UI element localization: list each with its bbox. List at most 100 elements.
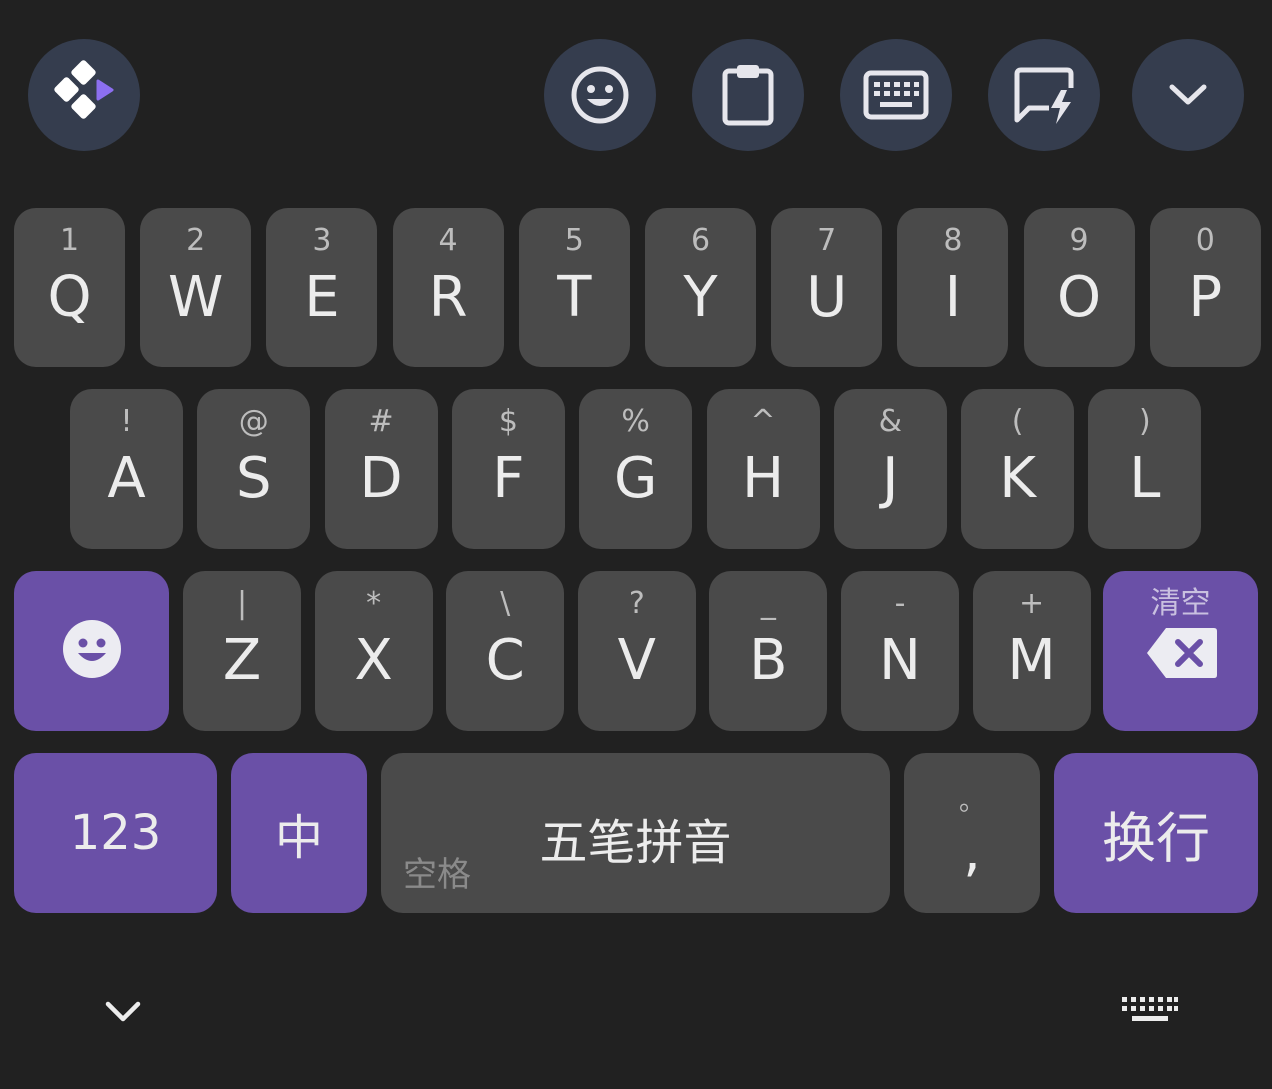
key-hint: 5 — [564, 223, 584, 258]
key-label: B — [749, 628, 788, 693]
backspace-key[interactable]: 清空 — [1103, 571, 1258, 731]
key-e[interactable]: 3E — [266, 208, 378, 367]
key-k[interactable]: (K — [961, 389, 1075, 549]
key-label: K — [999, 446, 1036, 511]
key-label: Z — [222, 628, 262, 693]
key-c[interactable]: \ C — [446, 571, 565, 731]
language-key-label: 中 — [274, 810, 323, 866]
backspace-icon — [1146, 626, 1218, 684]
key-w[interactable]: 2W — [140, 208, 252, 367]
key-hint: ! — [120, 404, 133, 439]
keyboard-icon — [863, 70, 929, 120]
key-hint: | — [236, 586, 248, 621]
key-label: M — [1007, 628, 1056, 693]
key-label: V — [617, 628, 656, 693]
key-hint: 2 — [186, 223, 206, 258]
quick-phrase-button[interactable] — [988, 39, 1100, 151]
numbers-key-label: 123 — [69, 805, 162, 861]
key-label: G — [613, 446, 658, 511]
key-hint: 8 — [943, 223, 963, 258]
smiley-icon — [570, 65, 630, 125]
key-label: L — [1129, 446, 1161, 511]
key-t[interactable]: 5T — [518, 208, 630, 367]
key-g[interactable]: % G — [579, 389, 693, 549]
key-f[interactable]: $ F — [451, 389, 565, 549]
clipboard-icon — [718, 62, 778, 128]
enter-key-label: 换行 — [1102, 806, 1210, 870]
app-logo-icon — [49, 60, 119, 130]
key-hint: * — [366, 586, 382, 621]
key-hint: 1 — [59, 223, 80, 258]
key-o[interactable]: 9O — [1023, 208, 1135, 367]
key-label: F — [492, 446, 525, 511]
key-h[interactable]: ^ H — [706, 389, 820, 549]
key-label: T — [557, 265, 592, 330]
key-hint: ^ — [750, 404, 776, 439]
emoji-key[interactable] — [14, 571, 169, 731]
app-menu-button[interactable] — [28, 39, 140, 151]
key-q[interactable]: 1Q — [14, 208, 125, 367]
key-label: R — [428, 265, 468, 330]
space-key[interactable]: 五笔拼音 空格 — [381, 753, 890, 913]
emoji-button[interactable] — [544, 39, 656, 151]
space-label: 空格 — [403, 855, 471, 895]
quick-phrase-icon — [1011, 62, 1077, 128]
key-hint: 7 — [817, 223, 837, 258]
key-hint: - — [894, 586, 906, 621]
key-label: A — [107, 446, 146, 511]
comma-key[interactable]: 。 , — [904, 753, 1040, 913]
key-a[interactable]: ! A — [70, 389, 183, 549]
key-hint: ? — [628, 586, 645, 621]
key-d[interactable]: # D — [324, 389, 438, 549]
chevron-down-icon — [1168, 82, 1208, 108]
key-hint: 4 — [438, 223, 458, 258]
key-hint: 0 — [1195, 223, 1215, 258]
key-u[interactable]: 7U — [771, 208, 883, 367]
key-label: Q — [47, 265, 92, 330]
key-label: U — [806, 265, 848, 330]
key-hint: 3 — [312, 223, 332, 258]
key-label: I — [944, 265, 962, 330]
key-r[interactable]: 4R — [392, 208, 504, 367]
key-x[interactable]: * X — [314, 571, 433, 731]
key-label: H — [741, 446, 785, 511]
hide-keyboard-icon[interactable] — [104, 998, 142, 1030]
key-label: C — [485, 628, 525, 693]
key-label: N — [879, 628, 921, 693]
key-b[interactable]: _ B — [709, 571, 828, 731]
key-l[interactable]: ) L — [1088, 389, 1202, 549]
key-hint: # — [368, 404, 394, 439]
numbers-key[interactable]: 123 — [14, 753, 217, 913]
key-label: Y — [683, 265, 718, 330]
key-hint: + — [1019, 586, 1045, 621]
key-hint: ( — [1011, 404, 1024, 439]
clear-hint: 清空 — [1150, 586, 1211, 621]
smiley-icon — [62, 619, 122, 683]
enter-key[interactable]: 换行 — [1054, 753, 1258, 913]
key-label: S — [236, 446, 272, 511]
key-z[interactable]: | Z — [183, 571, 301, 731]
keyboard-switcher-icon[interactable] — [1120, 994, 1180, 1034]
key-y[interactable]: 6Y — [645, 208, 756, 367]
key-v[interactable]: ? V — [577, 571, 696, 731]
clipboard-button[interactable] — [692, 39, 804, 151]
period-hint: 。 — [958, 787, 985, 817]
key-i[interactable]: 8I — [897, 208, 1009, 367]
key-s[interactable]: @ S — [197, 389, 311, 549]
key-p[interactable]: 0P — [1149, 208, 1261, 367]
key-label: J — [882, 446, 899, 511]
key-hint: $ — [498, 404, 518, 439]
key-m[interactable]: + M — [972, 571, 1091, 731]
key-label: E — [304, 265, 340, 330]
collapse-toolbar-button[interactable] — [1132, 39, 1244, 151]
keyboard-layout-button[interactable] — [840, 39, 952, 151]
key-hint: % — [621, 404, 650, 439]
key-n[interactable]: -N — [841, 571, 959, 731]
key-j[interactable]: & J — [833, 389, 947, 549]
key-hint: _ — [760, 586, 776, 621]
language-switch-key[interactable]: 中 — [231, 753, 367, 913]
key-hint: & — [878, 404, 902, 439]
key-label: P — [1188, 265, 1223, 330]
key-label: X — [354, 628, 393, 693]
key-hint: 6 — [690, 223, 711, 258]
